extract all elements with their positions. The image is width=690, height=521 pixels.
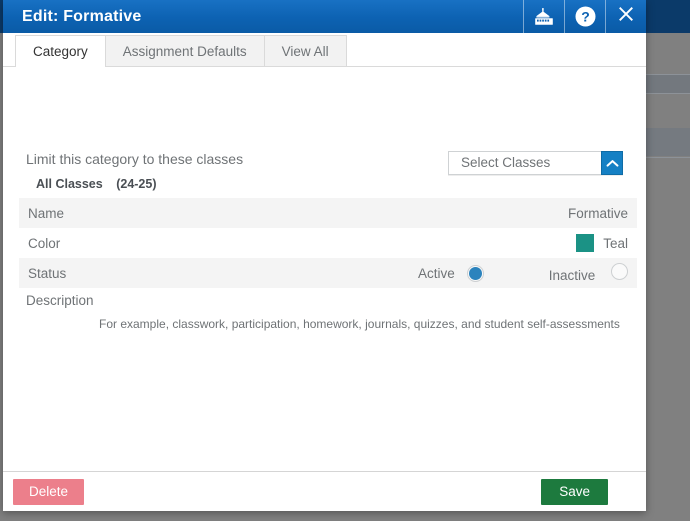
svg-text:?: ?	[581, 9, 590, 25]
save-button[interactable]: Save	[541, 479, 608, 505]
color-swatch	[576, 234, 594, 252]
tab-assignment-defaults[interactable]: Assignment Defaults	[105, 35, 265, 66]
status-inactive-radio[interactable]	[611, 263, 628, 280]
dialog-titlebar: Edit: Formative	[3, 0, 646, 33]
description-text: For example, classwork, participation, h…	[99, 317, 620, 331]
dialog-title: Edit: Formative	[3, 0, 523, 33]
all-classes-label: All Classes	[36, 177, 103, 191]
limit-category-label: Limit this category to these classes	[26, 151, 243, 167]
description-label: Description	[26, 293, 94, 308]
table-row: Color Teal	[19, 228, 637, 258]
select-classes-dropdown[interactable]: Select Classes	[448, 151, 623, 175]
close-icon-glyph	[618, 6, 634, 27]
row-label-status: Status	[19, 266, 66, 281]
tab-view-all[interactable]: View All	[264, 35, 347, 66]
status-active-radio[interactable]	[467, 265, 484, 282]
table-row: Name Formative	[19, 198, 637, 228]
row-label-name: Name	[19, 206, 64, 221]
delete-button[interactable]: Delete	[13, 479, 84, 505]
status-active-label: Active	[418, 266, 455, 281]
tab-category[interactable]: Category	[15, 35, 106, 67]
radio-selected-dot	[469, 267, 482, 280]
row-value-color: Teal	[576, 234, 637, 252]
status-inactive-group: Inactive	[549, 263, 637, 283]
table-row: Status Active Inactive	[19, 258, 637, 288]
help-icon-glyph: ?	[575, 6, 596, 27]
close-icon[interactable]	[605, 0, 646, 33]
all-classes-count: (24-25)	[116, 177, 156, 191]
category-details-table: Name Formative Color Teal Status Active	[19, 198, 637, 288]
chevron-up-icon[interactable]	[601, 151, 623, 175]
edit-category-dialog: Edit: Formative	[3, 0, 646, 511]
row-label-color: Color	[19, 236, 60, 251]
tab-bar: Category Assignment Defaults View All	[3, 33, 646, 67]
color-name: Teal	[603, 236, 637, 251]
all-classes-row[interactable]: All Classes (24-25)	[36, 177, 157, 191]
dialog-body: Limit this category to these classes All…	[3, 67, 646, 471]
status-radio-group: Active Inactive	[418, 263, 637, 283]
help-icon[interactable]: ?	[564, 0, 605, 33]
dialog-footer: Delete Save	[3, 471, 646, 511]
select-classes-value: Select Classes	[449, 152, 601, 174]
row-value-name: Formative	[568, 206, 637, 221]
status-inactive-label: Inactive	[549, 268, 596, 283]
school-icon[interactable]	[523, 0, 564, 33]
school-icon-glyph	[533, 8, 555, 26]
